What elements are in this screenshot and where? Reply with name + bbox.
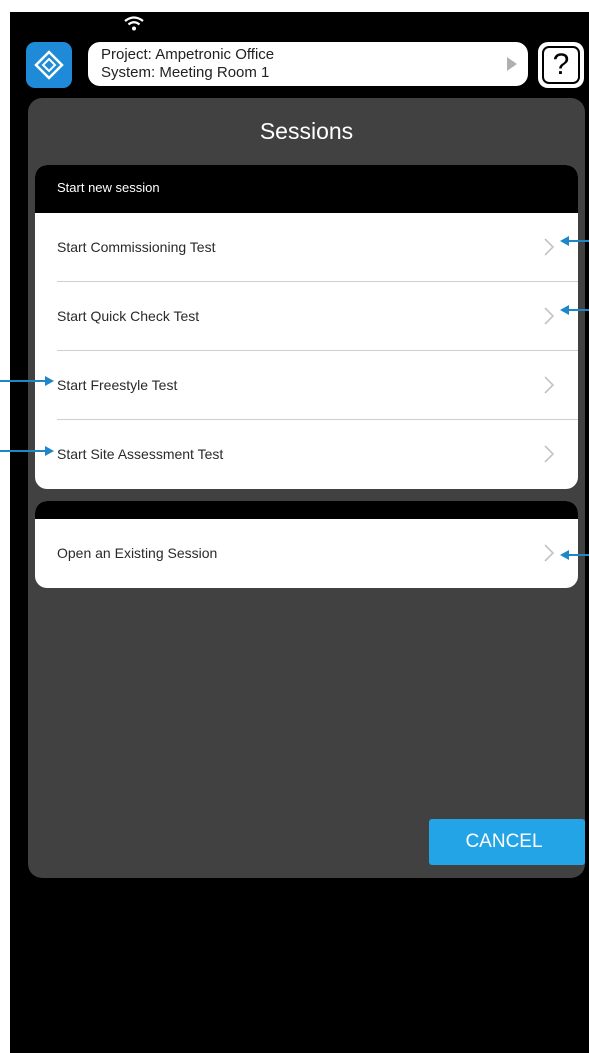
- help-icon: ?: [542, 46, 580, 84]
- existing-session-group: Open an Existing Session: [35, 501, 578, 588]
- list-item-label: Start Commissioning Test: [57, 239, 216, 255]
- project-label: Project: Ampetronic Office: [101, 46, 275, 63]
- start-commissioning-test-item[interactable]: Start Commissioning Test: [35, 213, 578, 282]
- start-site-assessment-test-item[interactable]: Start Site Assessment Test: [35, 420, 578, 489]
- chevron-right-icon: [544, 238, 554, 256]
- wifi-icon: [124, 16, 144, 31]
- group-header: Start new session: [35, 165, 578, 213]
- cancel-button[interactable]: CANCEL: [429, 819, 585, 865]
- sessions-panel: Sessions Start new session Start Commiss…: [28, 98, 585, 878]
- chevron-right-icon: [544, 307, 554, 325]
- annotation-arrow-icon: [560, 550, 589, 560]
- panel-title: Sessions: [259, 118, 354, 144]
- project-system-selector[interactable]: Project: Ampetronic Office System: Meeti…: [88, 42, 528, 86]
- list-item-label: Open an Existing Session: [57, 545, 218, 561]
- phone-screen: Project: Ampetronic Office System: Meeti…: [10, 12, 589, 1053]
- annotation-arrow-icon: [560, 305, 589, 315]
- start-new-session-group: Start new session Start Commissioning Te…: [35, 165, 578, 489]
- group-header: [35, 501, 578, 519]
- chevron-right-icon: [544, 445, 554, 463]
- start-quick-check-test-item[interactable]: Start Quick Check Test: [35, 282, 578, 351]
- chevron-right-icon: [544, 376, 554, 394]
- list-item-label: Start Freestyle Test: [57, 377, 178, 393]
- app-logo-icon[interactable]: [26, 42, 72, 88]
- start-freestyle-test-item[interactable]: Start Freestyle Test: [35, 351, 578, 420]
- play-arrow-icon: [507, 57, 517, 71]
- help-button[interactable]: ?: [538, 42, 584, 88]
- annotation-arrow-icon: [560, 236, 589, 246]
- list-item-label: Start Quick Check Test: [57, 308, 200, 324]
- list-item-label: Start Site Assessment Test: [57, 446, 224, 462]
- system-label: System: Meeting Room 1: [101, 64, 270, 81]
- open-existing-session-item[interactable]: Open an Existing Session: [35, 519, 578, 588]
- annotation-arrow-icon: [0, 376, 54, 386]
- annotation-arrow-icon: [0, 446, 54, 456]
- chevron-right-icon: [544, 544, 554, 562]
